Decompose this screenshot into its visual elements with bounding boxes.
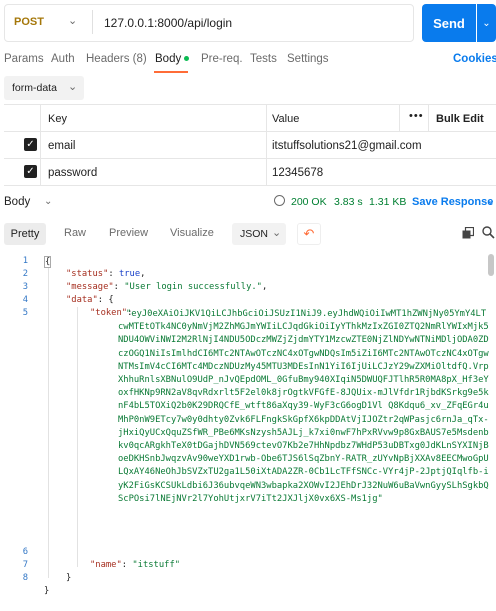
param-key-password[interactable]: password <box>48 167 97 179</box>
copy-icon[interactable] <box>462 227 474 239</box>
tab-params[interactable]: Params <box>4 53 44 65</box>
active-tab-indicator <box>154 71 188 73</box>
table-row: ✓ email itstuffsolutions21@gmail.com <box>4 132 496 159</box>
more-options-icon[interactable]: ••• <box>409 110 424 122</box>
column-header-value: Value <box>272 113 300 125</box>
row-checkbox[interactable]: ✓ <box>24 138 37 151</box>
code-line: "message": "User login successfully.", <box>66 282 268 292</box>
tab-auth[interactable]: Auth <box>51 53 75 65</box>
wrap-lines-icon[interactable]: ↶ <box>297 223 321 245</box>
token-value: "eyJ0eXAiOiJKV1QiLCJhbGciOiJSUzI1NiJ9.ey… <box>118 309 489 504</box>
chevron-down-icon: ⌄ <box>272 227 282 239</box>
divider <box>92 10 93 34</box>
response-size[interactable]: 1.31 KB <box>369 196 406 208</box>
view-tab-preview[interactable]: Preview <box>109 227 148 239</box>
indent-guide <box>77 307 78 567</box>
param-key-email[interactable]: email <box>48 140 75 152</box>
code-brace: { <box>44 256 52 268</box>
response-time[interactable]: 3.83 s <box>334 196 363 208</box>
param-value-password[interactable]: 12345678 <box>272 167 323 179</box>
send-options-chevron-icon[interactable]: ⌄ <box>477 4 496 42</box>
json-value: true <box>118 269 141 279</box>
url-input[interactable]: 127.0.0.1:8000/api/login <box>104 16 232 30</box>
json-key: "message" <box>66 282 114 292</box>
view-tab-visualize[interactable]: Visualize <box>170 227 214 239</box>
chevron-down-icon[interactable]: ⌄ <box>487 196 495 207</box>
line-number: 1 <box>22 256 28 266</box>
code-brace: } <box>44 586 50 596</box>
body-mode-select[interactable]: form-data ⌄ <box>4 76 84 100</box>
line-number: 6 <box>22 547 28 557</box>
response-body-viewer[interactable]: 1 2 3 4 5 6 7 8 { "status": true, "messa… <box>0 252 496 611</box>
param-value-email[interactable]: itstuffsolutions21@gmail.com <box>272 140 422 152</box>
line-number: 3 <box>22 282 28 292</box>
tab-body-label: Body <box>155 53 182 65</box>
status-badge[interactable]: 200 OK <box>291 196 327 208</box>
line-number: 5 <box>22 308 28 318</box>
view-tab-raw[interactable]: Raw <box>64 227 86 239</box>
column-header-key: Key <box>48 113 67 125</box>
tab-body[interactable]: Body <box>155 53 190 65</box>
params-table: Key Value ••• Bulk Edit ✓ email itstuffs… <box>4 104 496 186</box>
bulk-edit-button[interactable]: Bulk Edit <box>436 113 484 125</box>
scrollbar[interactable] <box>488 254 494 276</box>
json-key: "name" <box>90 560 122 570</box>
code-line: "data": { <box>66 295 114 305</box>
json-brace: { <box>108 295 114 305</box>
json-value: "User login successfully." <box>124 282 262 292</box>
tab-tests[interactable]: Tests <box>250 53 277 65</box>
tab-settings[interactable]: Settings <box>287 53 329 65</box>
view-tab-pretty[interactable]: Pretty <box>4 223 46 245</box>
row-checkbox[interactable]: ✓ <box>24 165 37 178</box>
send-button[interactable]: Send <box>422 4 476 42</box>
chevron-down-icon: ⌄ <box>68 81 78 93</box>
format-value: JSON <box>240 228 269 240</box>
body-mode-value: form-data <box>12 82 57 94</box>
line-number: 4 <box>22 295 28 305</box>
body-indicator-dot <box>184 56 190 62</box>
cookies-link[interactable]: Cookies <box>453 53 496 65</box>
globe-icon[interactable] <box>274 195 285 206</box>
code-brace: } <box>66 573 72 583</box>
response-section-title[interactable]: Body <box>4 196 30 208</box>
http-method-select[interactable]: POST <box>14 16 44 28</box>
line-number: 2 <box>22 269 28 279</box>
chevron-down-icon[interactable]: ⌄ <box>44 196 52 207</box>
tab-pre-request[interactable]: Pre-req. <box>201 53 243 65</box>
chevron-down-icon[interactable]: ⌄ <box>68 14 77 27</box>
json-value: "itstuff" <box>132 560 181 570</box>
line-number: 8 <box>22 573 28 583</box>
line-number: 7 <box>22 560 28 570</box>
indent-guide <box>48 268 49 578</box>
search-icon[interactable] <box>482 226 495 239</box>
table-header-row: Key Value ••• Bulk Edit <box>4 105 496 132</box>
json-key: "status" <box>66 269 109 279</box>
tab-headers[interactable]: Headers (8) <box>86 53 147 65</box>
save-response-button[interactable]: Save Response <box>412 196 493 208</box>
code-line: "name": "itstuff" <box>90 560 181 570</box>
format-select[interactable]: JSON ⌄ <box>232 223 286 245</box>
table-row: ✓ password 12345678 <box>4 159 496 186</box>
json-key: "data" <box>66 295 98 305</box>
code-line: "status": true, <box>66 269 146 279</box>
